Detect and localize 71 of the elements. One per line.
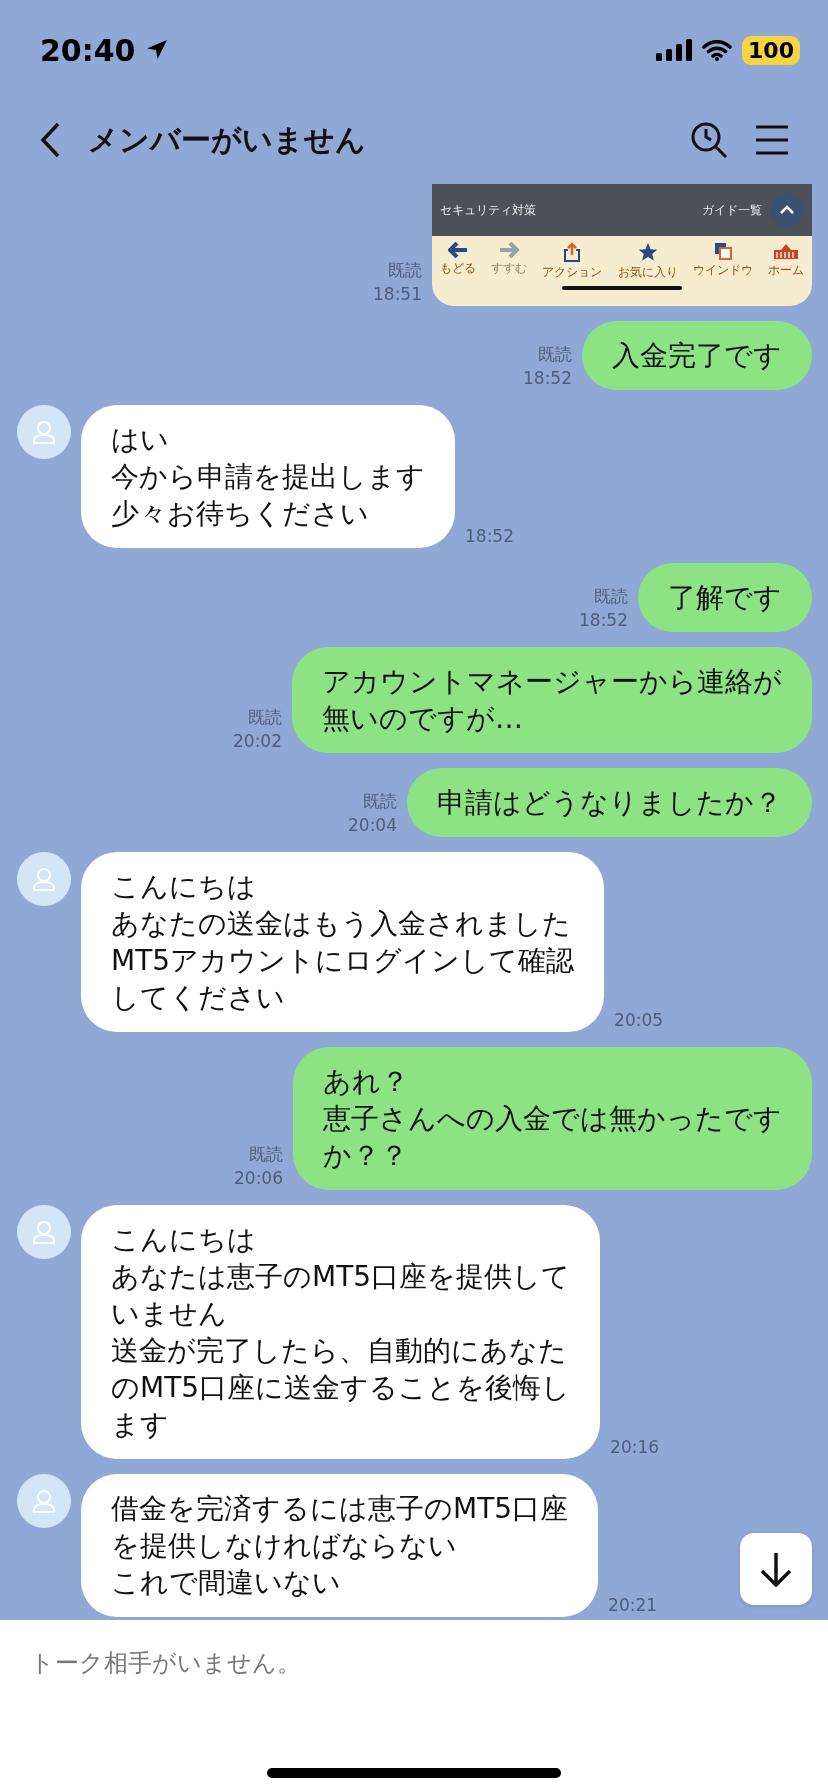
toolbar-label: もどる xyxy=(439,261,476,276)
clock: 20:40 xyxy=(40,32,136,68)
message-line: 送金が完了したら、自動的にあなた xyxy=(111,1333,568,1369)
toolbar-label: お気に入り xyxy=(617,265,678,280)
message-time: 20:06 xyxy=(234,1167,283,1190)
bar-label: セキュリティ対策 xyxy=(440,201,537,219)
search-icon[interactable] xyxy=(690,121,728,159)
message-time: 20:21 xyxy=(608,1594,658,1617)
read-receipt: 既読 xyxy=(594,585,628,608)
message-line: 今から申請を提出します xyxy=(111,459,425,495)
message-line: 無いのですが… xyxy=(322,701,524,737)
avatar-icon xyxy=(17,1474,71,1528)
message-line: あなたは恵子のMT5口座を提供して xyxy=(111,1259,571,1295)
message-time: 18:52 xyxy=(523,367,572,390)
battery-level: 100 xyxy=(742,35,800,65)
read-receipt: 既読 xyxy=(388,259,422,282)
read-receipt: 既読 xyxy=(538,343,572,366)
location-arrow-icon xyxy=(145,39,168,61)
message-time: 20:04 xyxy=(348,814,397,837)
message-line: のMT5口座に送金することを後悔し xyxy=(111,1370,571,1406)
signal-icon xyxy=(656,39,693,61)
building-icon xyxy=(773,242,800,260)
message-line: MT5アカウントにログインして確認 xyxy=(111,943,575,979)
read-receipt: 既読 xyxy=(248,706,282,729)
message-time: 18:52 xyxy=(579,609,628,632)
message-line: 入金完了です xyxy=(612,338,782,374)
message-line: か？？ xyxy=(323,1138,409,1174)
message-time: 20:02 xyxy=(233,730,282,753)
message-line: 了解です xyxy=(668,580,782,616)
message-line: こんにちは xyxy=(111,1222,257,1258)
bar-label: ガイド一覧 xyxy=(702,201,762,219)
message-line: これで間違いない xyxy=(111,1565,342,1601)
back-icon[interactable] xyxy=(40,122,60,158)
left-arrow-icon xyxy=(447,242,468,258)
avatar-icon xyxy=(17,852,71,906)
message-line: を提供しなければならない xyxy=(111,1528,458,1564)
read-receipt: 既読 xyxy=(249,1143,283,1166)
star-icon xyxy=(637,242,658,262)
message-line: 申請はどうなりましたか？ xyxy=(437,785,782,821)
toolbar-label: アクション xyxy=(542,265,603,280)
message-line: いません xyxy=(111,1296,228,1332)
message-time: 20:16 xyxy=(610,1436,660,1459)
message-time: 20:05 xyxy=(614,1009,664,1032)
menu-icon[interactable] xyxy=(756,125,788,155)
up-chevron-icon xyxy=(770,193,804,227)
avatar-icon xyxy=(17,405,71,459)
message-line: あれ？ xyxy=(323,1064,410,1100)
read-receipt: 既読 xyxy=(363,790,397,813)
windows-icon xyxy=(713,242,732,260)
wifi-icon xyxy=(702,39,733,61)
message-time: 18:51 xyxy=(373,283,422,306)
message-line: こんにちは xyxy=(111,869,257,905)
message-field[interactable]: トーク相手がいません。 xyxy=(28,1642,632,1684)
chat-title: メンバーがいません xyxy=(88,120,367,159)
down-arrow-icon xyxy=(759,1551,793,1587)
message-line: してください xyxy=(111,980,286,1016)
right-arrow-icon xyxy=(499,242,519,258)
message-line: ます xyxy=(111,1407,170,1443)
message-line: アカウントマネージャーから連絡が xyxy=(322,664,782,700)
message-time: 18:52 xyxy=(465,525,514,548)
scroll-down-button[interactable] xyxy=(740,1533,812,1605)
toolbar-label: ウインドウ xyxy=(692,263,753,278)
message-line: 恵子さんへの入金では無かったです xyxy=(323,1101,782,1137)
message-line: 借金を完済するには恵子のMT5口座 xyxy=(111,1491,569,1527)
message-line: はい xyxy=(111,422,170,458)
avatar-icon xyxy=(17,1205,71,1259)
share-icon xyxy=(563,242,582,262)
message-line: 少々お待ちください xyxy=(111,496,370,532)
toolbar-label: すすむ xyxy=(491,261,527,276)
message-line: あなたの送金はもう入金されました xyxy=(111,906,572,942)
toolbar-label: ホーム xyxy=(768,263,805,278)
